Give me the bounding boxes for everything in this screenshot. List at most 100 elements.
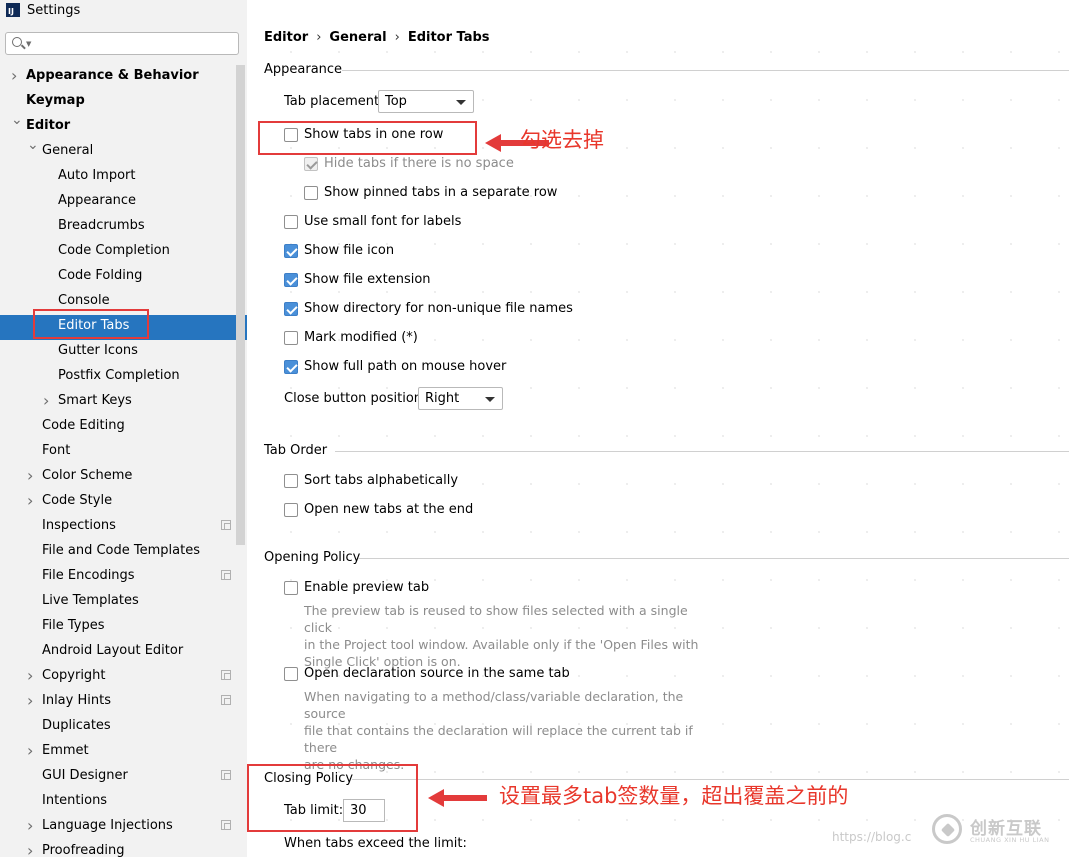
chevron-down-icon[interactable]: ⌄ (27, 133, 39, 158)
sidebar-item-intentions[interactable]: Intentions (42, 788, 107, 813)
sidebar-item-file-encodings[interactable]: File Encodings (42, 563, 135, 588)
sidebar-item-language-injections[interactable]: Language Injections (42, 813, 173, 838)
sidebar-item-gui-designer[interactable]: GUI Designer (42, 763, 128, 788)
chevron-right-icon[interactable]: › (27, 488, 33, 513)
show-file-icon-checkbox[interactable] (284, 244, 298, 258)
open-declaration-same-tab-label[interactable]: Open declaration source in the same tab (304, 666, 570, 681)
annotation-arrow-2 (428, 789, 487, 807)
dropdown-arrow-icon (485, 397, 495, 402)
enable-preview-tab-checkbox[interactable] (284, 581, 298, 595)
show-directory-label[interactable]: Show directory for non-unique file names (304, 301, 573, 316)
sidebar-item-code-completion[interactable]: Code Completion (58, 238, 170, 263)
small-font-checkbox[interactable] (284, 215, 298, 229)
title-bar: IJ Settings (0, 0, 247, 20)
show-pinned-checkbox[interactable] (304, 186, 318, 200)
chevron-right-icon[interactable]: › (27, 688, 33, 713)
chevron-right-icon[interactable]: › (27, 838, 33, 857)
exceed-limit-label: When tabs exceed the limit: (284, 836, 467, 851)
breadcrumb-editor[interactable]: Editor (264, 30, 308, 45)
tab-placement-label: Tab placement: (284, 94, 384, 109)
hide-tabs-checkbox (304, 157, 318, 171)
sidebar-item-code-folding[interactable]: Code Folding (58, 263, 142, 288)
sidebar-item-live-templates[interactable]: Live Templates (42, 588, 139, 613)
search-options-chevron-icon[interactable]: ▼ (26, 40, 31, 48)
sidebar-item-android-layout-editor[interactable]: Android Layout Editor (42, 638, 183, 663)
watermark-url: https://blog.c (832, 830, 912, 844)
sidebar-item-smart-keys[interactable]: Smart Keys (58, 388, 132, 413)
brand-watermark: 创新互联 CHUANG XIN HU LIAN (932, 812, 1062, 852)
chevron-right-icon[interactable]: › (11, 63, 17, 88)
chevron-right-icon[interactable]: › (27, 813, 33, 838)
project-settings-icon (221, 570, 231, 580)
show-file-extension-label[interactable]: Show file extension (304, 272, 431, 287)
project-settings-icon (221, 770, 231, 780)
preview-tab-description: The preview tab is reused to show files … (304, 603, 699, 669)
project-settings-icon (221, 695, 231, 705)
breadcrumb-general[interactable]: General (329, 30, 386, 45)
sidebar-item-keymap[interactable]: Keymap (26, 88, 85, 113)
annotation-box-tab-limit (247, 764, 418, 832)
mark-modified-checkbox[interactable] (284, 331, 298, 345)
open-new-tabs-end-label[interactable]: Open new tabs at the end (304, 502, 473, 517)
sidebar-item-appearance-behavior[interactable]: Appearance & Behavior (26, 63, 199, 88)
sort-alphabetically-checkbox[interactable] (284, 474, 298, 488)
sidebar-item-inlay-hints[interactable]: Inlay Hints (42, 688, 111, 713)
enable-preview-tab-label[interactable]: Enable preview tab (304, 580, 429, 595)
sidebar-item-emmet[interactable]: Emmet (42, 738, 89, 763)
small-font-label[interactable]: Use small font for labels (304, 214, 461, 229)
tab-placement-select[interactable]: Top (378, 90, 474, 113)
annotation-note-1: 勾选去掉 (520, 128, 604, 152)
full-path-hover-label[interactable]: Show full path on mouse hover (304, 359, 506, 374)
sidebar-item-inspections[interactable]: Inspections (42, 513, 116, 538)
sidebar-item-postfix-completion[interactable]: Postfix Completion (58, 363, 180, 388)
project-settings-icon (221, 520, 231, 530)
sidebar-item-color-scheme[interactable]: Color Scheme (42, 463, 132, 488)
chevron-right-icon[interactable]: › (27, 663, 33, 688)
intellij-app-icon: IJ (6, 3, 20, 17)
show-file-icon-label[interactable]: Show file icon (304, 243, 394, 258)
sidebar-item-file-and-code-templates[interactable]: File and Code Templates (42, 538, 200, 563)
chevron-down-icon[interactable]: ⌄ (11, 108, 23, 133)
mark-modified-label[interactable]: Mark modified (*) (304, 330, 418, 345)
close-button-position-value: Right (425, 391, 460, 406)
breadcrumb-separator: › (316, 30, 322, 45)
chevron-right-icon[interactable]: › (43, 388, 49, 413)
sidebar-item-copyright[interactable]: Copyright (42, 663, 106, 688)
sidebar-item-auto-import[interactable]: Auto Import (58, 163, 135, 188)
full-path-hover-checkbox[interactable] (284, 360, 298, 374)
chevron-right-icon[interactable]: › (27, 463, 33, 488)
brand-logo-icon (932, 814, 962, 844)
sidebar-scrollbar[interactable] (236, 65, 245, 545)
sidebar-item-file-types[interactable]: File Types (42, 613, 105, 638)
search-icon (12, 37, 22, 47)
sidebar-item-code-editing[interactable]: Code Editing (42, 413, 125, 438)
section-divider (335, 451, 1069, 452)
sidebar-item-proofreading[interactable]: Proofreading (42, 838, 125, 857)
open-declaration-description: When navigating to a method/class/variab… (304, 689, 693, 772)
sort-alphabetically-label[interactable]: Sort tabs alphabetically (304, 473, 458, 488)
settings-content: Editor › General › Editor Tabs Appearance Ta… (247, 0, 1069, 857)
chevron-right-icon[interactable]: › (27, 738, 33, 763)
sidebar-item-code-style[interactable]: Code Style (42, 488, 112, 513)
annotation-box-editor-tabs (33, 309, 149, 339)
show-pinned-label[interactable]: Show pinned tabs in a separate row (324, 185, 557, 200)
sidebar-item-breadcrumbs[interactable]: Breadcrumbs (58, 213, 145, 238)
sidebar-item-general[interactable]: General (42, 138, 93, 163)
search-input[interactable]: ▼ (5, 32, 239, 55)
annotation-box-show-tabs (258, 121, 477, 155)
sidebar-item-duplicates[interactable]: Duplicates (42, 713, 111, 738)
sidebar-item-gutter-icons[interactable]: Gutter Icons (58, 338, 138, 363)
project-settings-icon (221, 670, 231, 680)
sidebar-item-font[interactable]: Font (42, 438, 70, 463)
project-settings-icon (221, 820, 231, 830)
breadcrumb: Editor › General › Editor Tabs (264, 30, 490, 45)
show-file-extension-checkbox[interactable] (284, 273, 298, 287)
dropdown-arrow-icon (456, 100, 466, 105)
open-declaration-same-tab-checkbox[interactable] (284, 667, 298, 681)
section-divider (342, 70, 1069, 71)
show-directory-checkbox[interactable] (284, 302, 298, 316)
close-button-position-select[interactable]: Right (418, 387, 503, 410)
open-new-tabs-end-checkbox[interactable] (284, 503, 298, 517)
section-divider (358, 558, 1069, 559)
sidebar-item-appearance[interactable]: Appearance (58, 188, 136, 213)
